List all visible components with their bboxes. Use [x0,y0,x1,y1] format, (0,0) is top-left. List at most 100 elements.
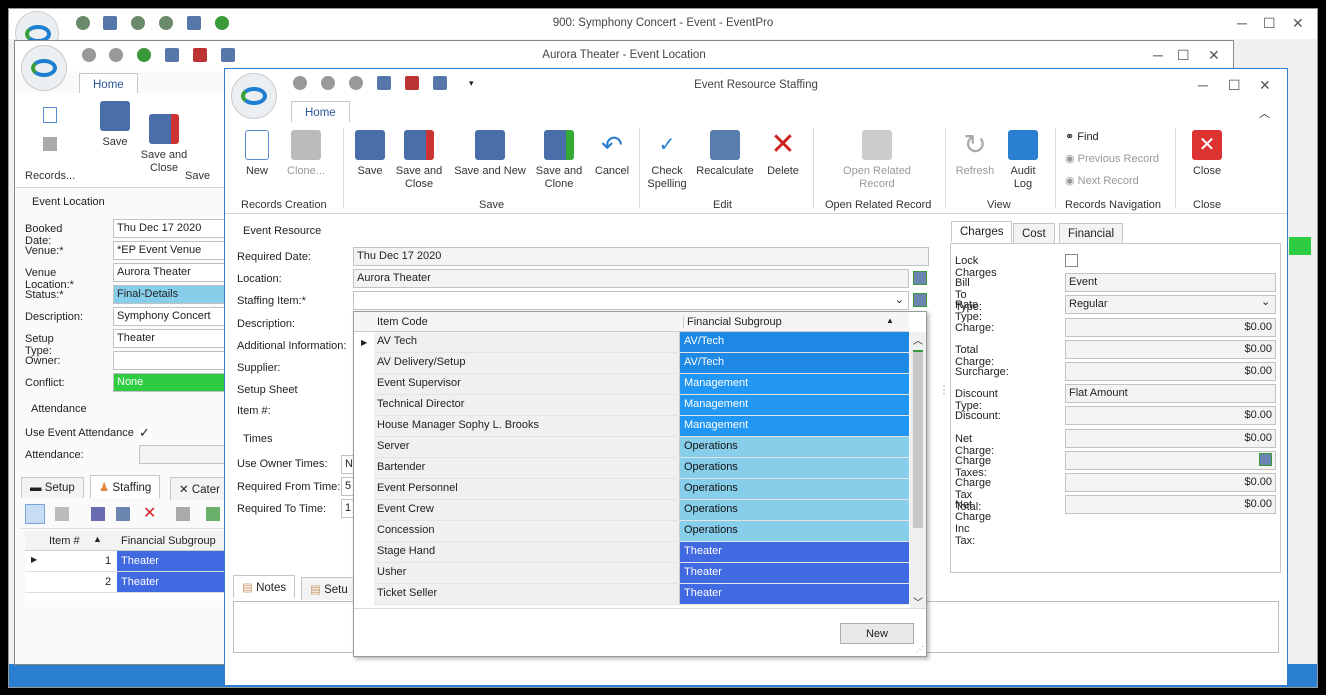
clone-icon[interactable] [43,137,57,151]
audit-log-button[interactable]: Audit Log [1003,130,1043,191]
splitter-handle-icon[interactable]: ⋮ [939,385,949,396]
location-field-value[interactable]: Final-Details [113,285,233,304]
charges-value-field[interactable]: Regular [1065,295,1276,315]
tab-home[interactable]: Home [291,101,350,124]
attendance-field[interactable] [139,445,229,464]
close-button[interactable]: ✕ Close [1187,130,1227,178]
tab-charges[interactable]: Charges [951,221,1013,242]
location-lookup-icon[interactable] [913,271,927,285]
charges-value-field[interactable]: $0.00 [1065,495,1276,515]
check-spelling-button[interactable]: ✓ Check Spelling [645,130,689,191]
dropdown-row[interactable]: Technical Director Management [374,395,909,416]
col-financial-subgroup[interactable]: Financial Subgroup [683,316,909,328]
new-record-icon[interactable] [43,107,57,123]
location-field-value[interactable]: Aurora Theater [113,263,233,282]
dropdown-new-button[interactable]: New [840,623,914,644]
charges-value-field[interactable]: Event [1065,273,1276,293]
window-icon[interactable] [206,507,220,521]
dropdown-row[interactable]: Bartender Operations [374,458,909,479]
dropdown-row[interactable]: House Manager Sophy L. Brooks Management [374,416,909,437]
col-item-no[interactable]: Item # [49,535,80,547]
location-field-value[interactable]: Thu Dec 17 2020 [113,219,233,238]
save-new-button[interactable]: Save and New [453,130,527,178]
dropdown-row[interactable]: Ticket Seller Theater [374,584,909,605]
delete-button[interactable]: ✕ Delete [761,130,805,178]
charges-value-field[interactable] [1065,450,1276,470]
close-icon[interactable]: ✕ [1259,77,1271,94]
scroll-down-icon[interactable]: ﹀ [913,594,923,609]
new-row-icon[interactable] [25,504,45,524]
staffing-item-dropdown[interactable]: Item Code Financial Subgroup ▲ ▶ AV Tech… [353,311,927,657]
dropdown-row[interactable]: Concession Operations [374,521,909,542]
dropdown-row[interactable]: Event Crew Operations [374,500,909,521]
previous-record-button[interactable]: ◉ Previous Record [1065,152,1159,165]
save-button[interactable]: Save [97,101,133,149]
tab-notes[interactable]: ▤ Notes [233,575,296,598]
charges-value-field[interactable]: $0.00 [1065,473,1276,492]
chevron-down-icon[interactable]: ⌄ [895,293,904,306]
save-button[interactable]: Save [353,130,387,178]
cancel-button[interactable]: ↶ Cancel [593,130,631,178]
edit-icon[interactable] [91,507,105,521]
next-record-button[interactable]: ◉ Next Record [1065,174,1139,187]
dropdown-row[interactable]: Server Operations [374,437,909,458]
delete-icon[interactable]: ✕ [143,503,156,523]
required-date-field[interactable]: Thu Dec 17 2020 [353,247,929,266]
close-icon[interactable]: ✕ [1208,47,1220,64]
staffing-item-lookup-icon[interactable] [913,293,927,307]
tab-setup-sheet[interactable]: ▤ Setu [301,577,357,600]
tab-staffing[interactable]: ♟ Staffing [90,475,161,498]
resize-grip-icon[interactable]: ⋰ [916,645,924,654]
minimize-icon[interactable]: ─ [1237,15,1247,31]
new-button[interactable]: New [239,130,275,178]
open-related-record-button[interactable]: Open Related Record [837,130,917,191]
charges-value-field[interactable]: $0.00 [1065,406,1276,426]
location-field-value[interactable]: Symphony Concert [113,307,233,326]
tab-cost[interactable]: Cost [1013,223,1055,244]
minimize-icon[interactable]: ─ [1153,47,1163,63]
dropdown-row[interactable]: Usher Theater [374,563,909,584]
tax-lookup-icon[interactable] [1259,452,1272,466]
clone-button[interactable]: Clone... [283,130,329,178]
dropdown-scrollbar[interactable]: ︿ ﹀ [910,332,926,609]
collapse-ribbon-icon[interactable]: ︿ [1259,105,1270,121]
dropdown-row[interactable]: AV Tech AV/Tech [374,332,909,353]
charges-value-field[interactable]: Flat Amount [1065,384,1276,404]
scroll-up-icon[interactable]: ︿ [913,332,923,347]
grid-icon[interactable] [116,507,130,521]
copy-icon[interactable] [176,507,190,521]
use-event-attendance-checkbox[interactable]: ✓ [139,426,152,440]
charges-value-field[interactable]: $0.00 [1065,339,1276,359]
tab-setup[interactable]: ▬ Setup [21,477,84,498]
save-close-button[interactable]: Save and Close [393,130,445,191]
table-row[interactable]: 2 Theater [25,572,237,593]
save-close-button[interactable]: Save and Close [139,101,189,175]
location-field[interactable]: Aurora Theater [353,269,909,288]
location-field-value[interactable] [113,351,233,370]
location-field-value[interactable]: Theater [113,329,233,348]
charges-value-field[interactable]: $0.00 [1065,428,1276,448]
tab-catering[interactable]: ✕ Cater [170,477,229,500]
col-financial-subgroup[interactable]: Financial Subgroup [121,535,216,547]
scroll-thumb[interactable] [913,352,923,528]
dropdown-row[interactable]: Event Personnel Operations [374,479,909,500]
recalculate-button[interactable]: Recalculate [695,130,755,178]
maximize-icon[interactable]: ☐ [1228,77,1241,94]
save-clone-button[interactable]: Save and Clone [533,130,585,191]
find-button[interactable]: ⚭ Find [1065,130,1099,143]
dropdown-row[interactable]: AV Delivery/Setup AV/Tech [374,353,909,374]
charges-value-field[interactable]: $0.00 [1065,317,1276,337]
dropdown-row[interactable]: Stage Hand Theater [374,542,909,563]
close-icon[interactable]: ✕ [1292,15,1304,32]
tab-financial[interactable]: Financial [1059,223,1124,244]
charges-value-field[interactable]: $0.00 [1065,362,1276,381]
chevron-down-icon[interactable]: ⌄ [1261,295,1270,308]
maximize-icon[interactable]: ☐ [1177,47,1190,64]
staffing-item-select[interactable]: ⌄ [353,291,909,310]
clone-row-icon[interactable] [55,507,69,521]
maximize-icon[interactable]: ☐ [1263,15,1276,32]
location-field-value[interactable]: *EP Event Venue [113,241,233,260]
refresh-button[interactable]: ↻ Refresh [953,130,997,178]
location-field-value[interactable]: None [113,373,233,392]
col-item-code[interactable]: Item Code [377,316,428,328]
